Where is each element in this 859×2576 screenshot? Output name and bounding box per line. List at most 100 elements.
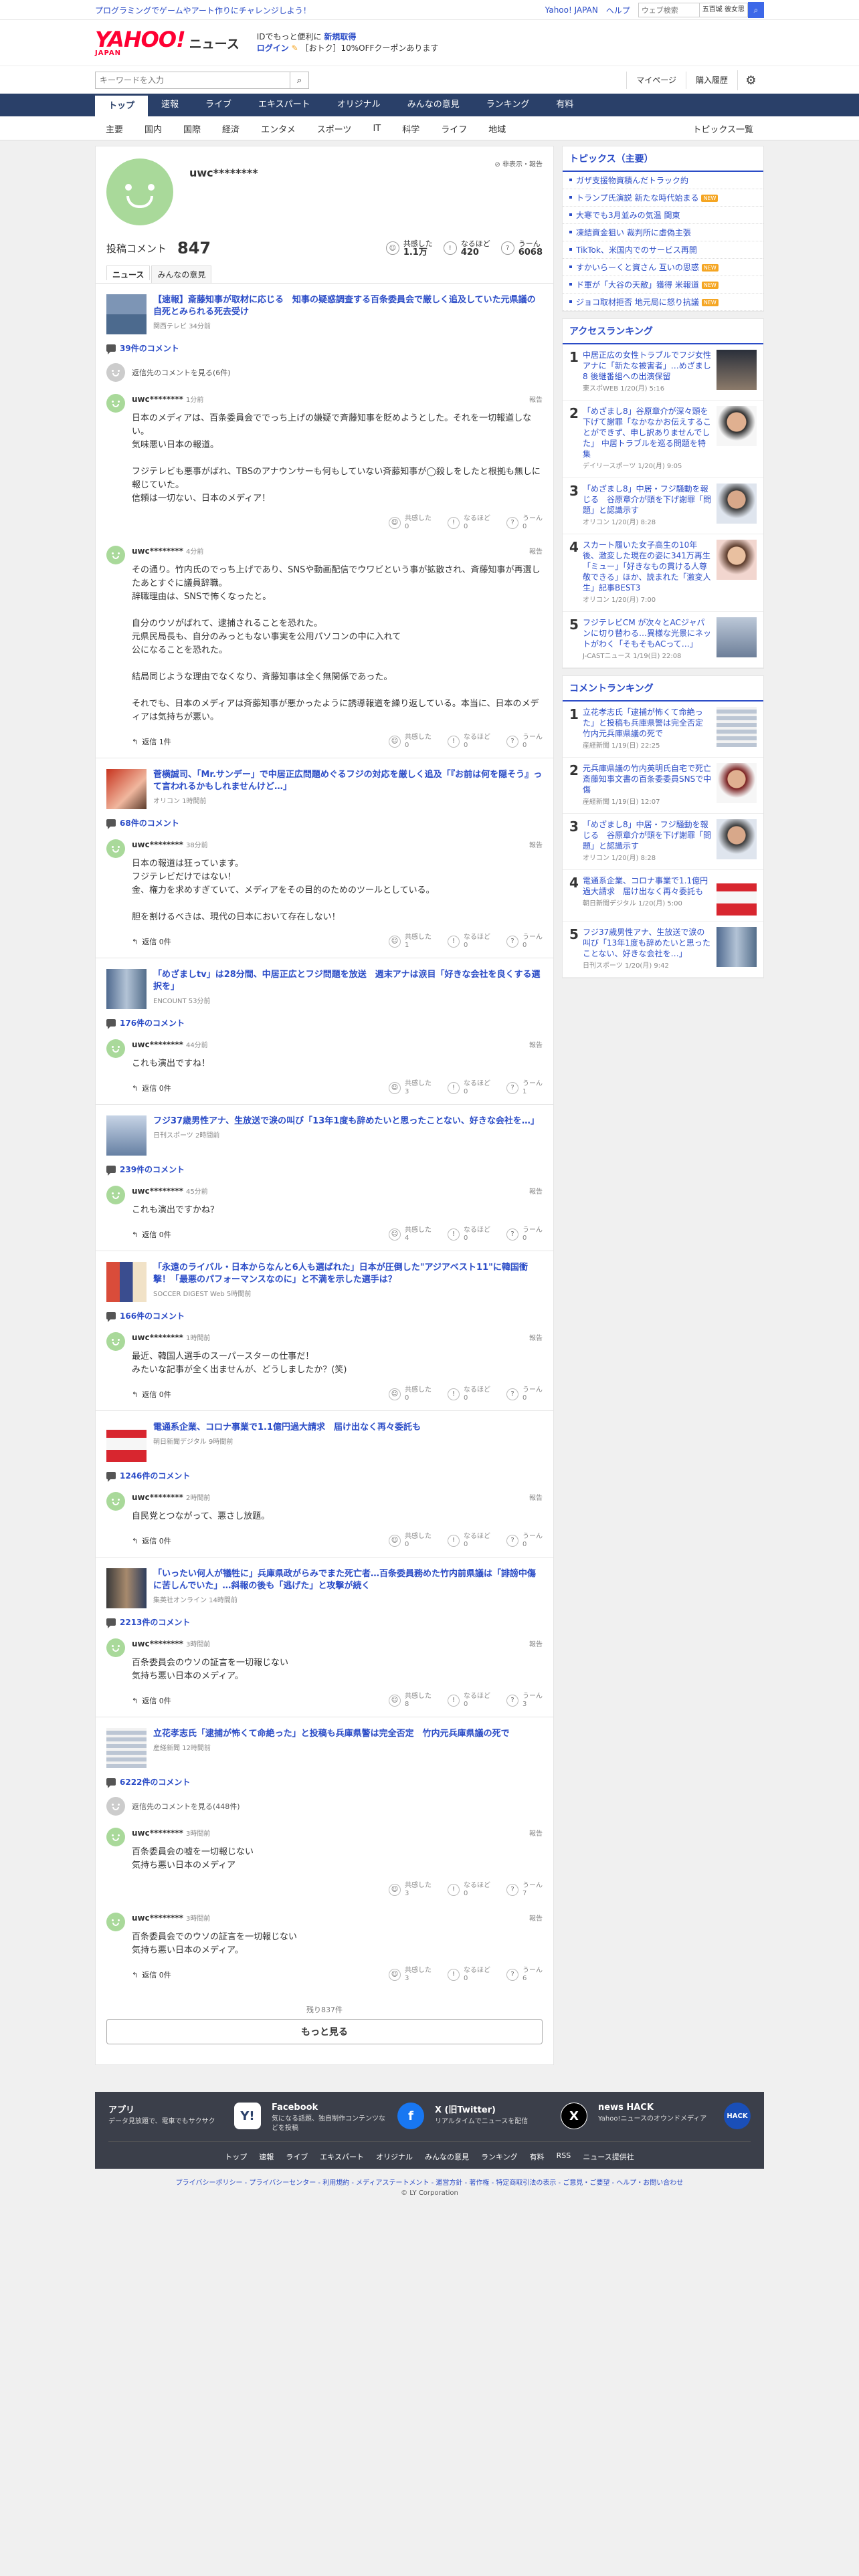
footer-nav-link[interactable]: トップ bbox=[225, 2151, 247, 2162]
cat-entertainment[interactable]: エンタメ bbox=[250, 122, 306, 135]
uun-button[interactable]: ? うーん 0 bbox=[506, 1533, 543, 1549]
article-title-link[interactable]: 「永遠のライバル・日本からなんと6人も選ばれた」日本が圧倒した"アジアベスト11… bbox=[153, 1262, 543, 1286]
ranking-item[interactable]: 4 電通系企業、コロナ事業で1.1億円過大請求 届け出なく再々委託も 朝日新聞デジタ… bbox=[563, 870, 763, 922]
empathy-button[interactable]: ☺ 共感した 8 bbox=[389, 1693, 432, 1709]
comment-count-link[interactable]: 68件のコメント bbox=[96, 815, 553, 833]
nav-opinion[interactable]: みんなの意見 bbox=[394, 94, 473, 116]
article-thumbnail[interactable] bbox=[106, 1728, 147, 1768]
article-title-link[interactable]: 「めざましtv」は28分間、中居正広とフジ問題を放送 週末アナは涙目「好きな会社… bbox=[153, 969, 543, 993]
footer-nav-link[interactable]: ニュース提供社 bbox=[583, 2151, 634, 2162]
ranking-item[interactable]: 3 「めざまし8」中居・フジ騒動を報じる 谷原章介が頭を下げ謝罪「問題」と認識示す… bbox=[563, 814, 763, 870]
cat-sports[interactable]: スポーツ bbox=[306, 122, 363, 135]
nav-breaking[interactable]: 速報 bbox=[148, 94, 192, 116]
naruhodo-button[interactable]: ! なるほど 0 bbox=[448, 1386, 490, 1402]
naruhodo-button[interactable]: ! なるほど 0 bbox=[448, 734, 490, 750]
uun-button[interactable]: ? うーん 0 bbox=[506, 934, 543, 950]
report-link[interactable]: 報告 bbox=[529, 1913, 543, 1923]
uun-button[interactable]: ? うーん 0 bbox=[506, 734, 543, 750]
topic-item[interactable]: ガザ支援物資積んだトラック約 bbox=[563, 172, 763, 189]
article-title-link[interactable]: 「いったい何人が犠牲に」兵庫県政がらみでまた死亡者…百条委員務めた竹内前県議は「… bbox=[153, 1568, 543, 1592]
replies-link[interactable]: ↰ 返信 0件 bbox=[132, 936, 171, 947]
report-link[interactable]: 報告 bbox=[529, 546, 543, 556]
footer-nav-link[interactable]: みんなの意見 bbox=[425, 2151, 469, 2162]
ranking-item[interactable]: 5 フジテレビCM が次々とACジャパンに切り替わる…異様な光景にネットがわく「そ… bbox=[563, 612, 763, 668]
tab-news[interactable]: ニュース bbox=[106, 265, 151, 280]
article-thumbnail[interactable] bbox=[106, 1115, 147, 1156]
empathy-button[interactable]: ☺ 共感した 4 bbox=[389, 1226, 432, 1243]
web-search-button[interactable]: ⌕ bbox=[748, 2, 764, 18]
topic-item[interactable]: すかいらーくと資さん 互いの思惑 NEW bbox=[563, 259, 763, 276]
empathy-button[interactable]: ☺ 共感した 0 bbox=[389, 1386, 432, 1402]
empathy-button[interactable]: ☺ 共感した 0 bbox=[389, 1533, 432, 1549]
tab-opinions[interactable]: みんなの意見 bbox=[151, 265, 212, 283]
ranking-item[interactable]: 2 元兵庫県議の竹内英明氏自宅で死亡 斎藤知事文書の百条委委員SNSで中傷 産経新聞… bbox=[563, 758, 763, 814]
uun-button[interactable]: ? うーん 6 bbox=[506, 1967, 543, 1983]
naruhodo-button[interactable]: ! なるほど 0 bbox=[448, 515, 490, 531]
naruhodo-button[interactable]: ! なるほど 0 bbox=[448, 1080, 490, 1096]
comment-count-link[interactable]: 166件のコメント bbox=[96, 1307, 553, 1325]
ranking-item[interactable]: 1 立花孝志氏「逮捕が怖くて命絶った」と投稿も兵庫県警は完全否定 竹内元兵庫県議の… bbox=[563, 702, 763, 758]
uun-button[interactable]: ? うーん 1 bbox=[506, 1080, 543, 1096]
naruhodo-button[interactable]: ! なるほど 0 bbox=[448, 1533, 490, 1549]
topic-item[interactable]: ジョコ取材拒否 地元局に怒り抗議 NEW bbox=[563, 294, 763, 311]
report-link[interactable]: 報告 bbox=[529, 839, 543, 849]
report-link[interactable]: 報告 bbox=[529, 394, 543, 404]
ranking-item[interactable]: 4 スカート履いた女子高生の10年後、激変した現在の姿に341万再生「ミュー」「好… bbox=[563, 534, 763, 612]
article-thumbnail[interactable] bbox=[106, 1568, 147, 1608]
report-link[interactable]: 報告 bbox=[529, 1186, 543, 1196]
reply-target-link[interactable]: 返信先のコメントを見る(6件) bbox=[96, 358, 553, 387]
keyword-input[interactable] bbox=[96, 72, 290, 88]
uun-button[interactable]: ? うーん 7 bbox=[506, 1882, 543, 1898]
empathy-button[interactable]: ☺ 共感した 1 bbox=[389, 934, 432, 950]
ranking-item[interactable]: 5 フジ37歳男性アナ、生放送で涙の叫び「13年1度も辞めたいと思ったことない、好… bbox=[563, 922, 763, 978]
empathy-button[interactable]: ☺ 共感した 3 bbox=[389, 1080, 432, 1096]
cat-world[interactable]: 国際 bbox=[173, 122, 211, 135]
replies-link[interactable]: ↰ 返信 0件 bbox=[132, 1695, 171, 1706]
help-link[interactable]: ヘルプ bbox=[606, 5, 630, 16]
cat-business[interactable]: 経済 bbox=[211, 122, 250, 135]
ranking-item[interactable]: 3 「めざまし8」中居・フジ騒動を報じる 谷原章介が頭を下げ謝罪「問題」と認識示す… bbox=[563, 478, 763, 534]
web-search-input[interactable] bbox=[638, 3, 700, 17]
footer-nav-link[interactable]: 速報 bbox=[259, 2151, 274, 2162]
purchase-history-link[interactable]: 購入履歴 bbox=[685, 72, 737, 89]
report-link[interactable]: 報告 bbox=[529, 1492, 543, 1502]
replies-link[interactable]: ↰ 返信 0件 bbox=[132, 1229, 171, 1240]
report-link[interactable]: 報告 bbox=[529, 1039, 543, 1049]
footer-app-link[interactable]: news HACK Yahoo!ニュースのオウンドメディア HACK bbox=[598, 2103, 751, 2133]
replies-link[interactable]: ↰ 返信 0件 bbox=[132, 1969, 171, 1980]
topic-item[interactable]: TikTok、米国内でのサービス再開 bbox=[563, 241, 763, 259]
comment-count-link[interactable]: 2213件のコメント bbox=[96, 1614, 553, 1632]
footer-app-link[interactable]: アプリ データ見放題で、電車でもサクサク Y! bbox=[108, 2103, 261, 2133]
footer-nav-link[interactable]: オリジナル bbox=[376, 2151, 413, 2162]
empathy-button[interactable]: ☺ 共感した 0 bbox=[389, 734, 432, 750]
nav-expert[interactable]: エキスパート bbox=[245, 94, 324, 116]
hide-report-link[interactable]: ⊘ 非表示・報告 bbox=[494, 158, 543, 169]
load-more-button[interactable]: もっと見る bbox=[106, 2019, 543, 2044]
report-link[interactable]: 報告 bbox=[529, 1332, 543, 1342]
cat-local[interactable]: 地域 bbox=[478, 122, 516, 135]
yahoo-japan-link[interactable]: Yahoo! JAPAN bbox=[545, 5, 598, 15]
nav-top[interactable]: トップ bbox=[95, 94, 149, 116]
cat-main[interactable]: 主要 bbox=[95, 122, 134, 135]
article-title-link[interactable]: 【速報】斎藤知事が取材に応じる 知事の疑惑調査する百条委員会で厳しく追及していた… bbox=[153, 294, 543, 318]
footer-nav-link[interactable]: ランキング bbox=[481, 2151, 518, 2162]
legal-links[interactable]: プライバシーポリシー - プライバシーセンター - 利用規約 - メディアステー… bbox=[95, 2177, 764, 2187]
cat-science[interactable]: 科学 bbox=[391, 122, 430, 135]
comment-count-link[interactable]: 6222件のコメント bbox=[96, 1774, 553, 1792]
cat-it[interactable]: IT bbox=[362, 124, 391, 134]
comment-count-link[interactable]: 239件のコメント bbox=[96, 1161, 553, 1179]
naruhodo-button[interactable]: ! なるほど 0 bbox=[448, 934, 490, 950]
article-thumbnail[interactable] bbox=[106, 1422, 147, 1462]
article-title-link[interactable]: 電通系企業、コロナ事業で1.1億円過大請求 届け出なく再々委託も bbox=[153, 1422, 421, 1434]
naruhodo-button[interactable]: ! なるほど 0 bbox=[448, 1226, 490, 1243]
uun-button[interactable]: ? うーん 3 bbox=[506, 1693, 543, 1709]
footer-nav-link[interactable]: 有料 bbox=[530, 2151, 545, 2162]
article-title-link[interactable]: 菅横誠司、「Mr.サンデー」で中居正広問題めぐるフジの対応を厳しく追及「『お前は… bbox=[153, 769, 543, 793]
keyword-search-button[interactable]: ⌕ bbox=[290, 72, 308, 88]
report-link[interactable]: 報告 bbox=[529, 1638, 543, 1648]
empathy-button[interactable]: ☺ 共感した 0 bbox=[389, 515, 432, 531]
empathy-button[interactable]: ☺ 共感した 3 bbox=[389, 1967, 432, 1983]
topic-item[interactable]: トランプ氏演説 新たな時代始まる NEW bbox=[563, 189, 763, 207]
nav-ranking[interactable]: ランキング bbox=[473, 94, 543, 116]
replies-link[interactable]: ↰ 返信 0件 bbox=[132, 1389, 171, 1400]
